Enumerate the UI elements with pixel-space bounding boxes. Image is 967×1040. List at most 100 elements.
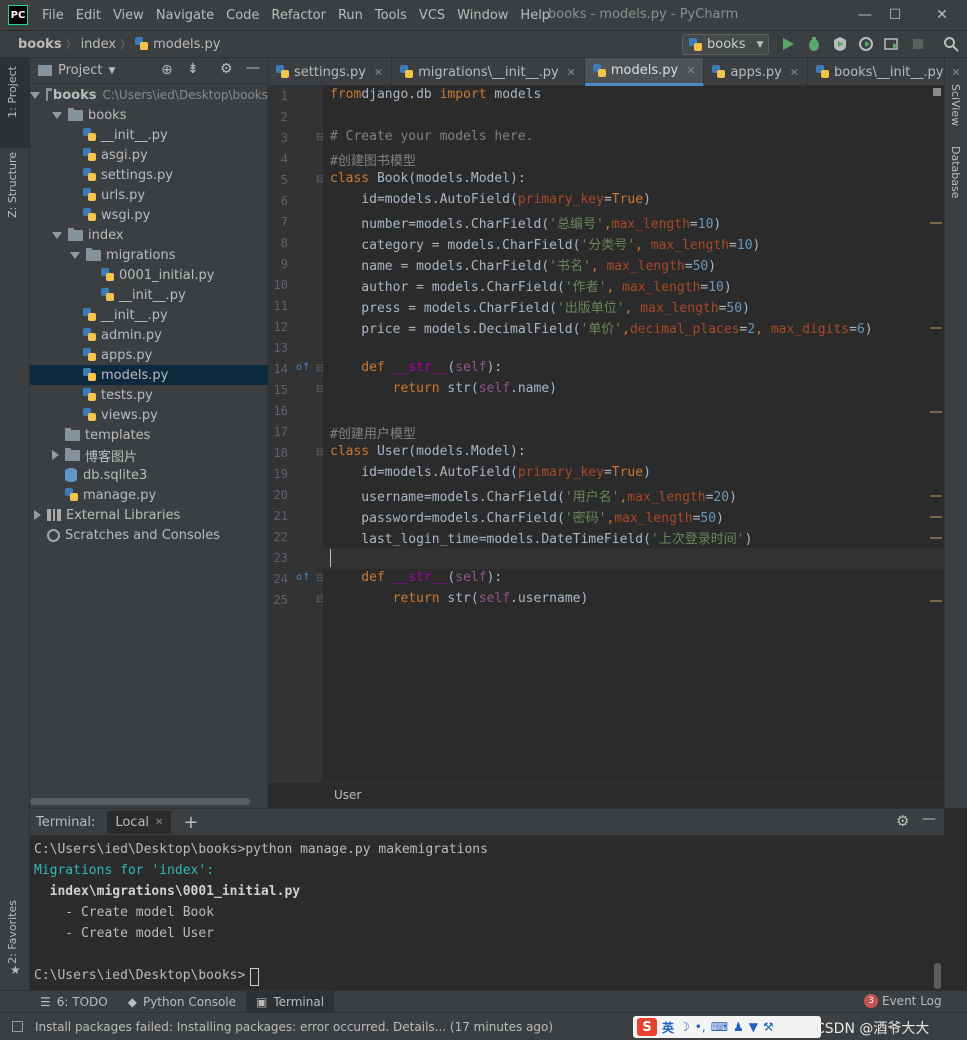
chevron-down-icon[interactable] — [70, 251, 80, 259]
tree-item[interactable]: __init__.py — [30, 305, 268, 325]
warning-stripe-mark[interactable] — [930, 516, 942, 518]
hide-panel-icon[interactable]: — — [246, 60, 260, 76]
bottom-tab-python-console[interactable]: ◆ Python Console — [118, 991, 246, 1013]
tree-item[interactable]: asgi.py — [30, 145, 268, 165]
chevron-down-icon[interactable] — [52, 111, 62, 119]
close-icon[interactable]: ✕ — [790, 66, 799, 79]
sogou-icon[interactable]: S — [637, 1018, 657, 1036]
chevron-right-icon[interactable] — [52, 450, 59, 460]
warning-stripe-mark[interactable] — [930, 537, 942, 539]
tab-favorites[interactable]: 2: Favorites — [6, 900, 19, 964]
override-icon[interactable]: o↑ — [296, 362, 311, 373]
tree-item[interactable]: models.py — [30, 365, 268, 385]
tree-item[interactable]: 0001_initial.py — [30, 265, 268, 285]
warning-stripe-mark[interactable] — [930, 327, 942, 329]
chevron-down-icon[interactable]: ▼ — [108, 66, 115, 76]
coverage-icon[interactable] — [832, 36, 848, 52]
editor-tab[interactable]: migrations\__init__.py ✕ — [392, 58, 585, 86]
horizontal-scrollbar[interactable] — [30, 798, 250, 805]
wrench-icon[interactable]: ⚒ — [763, 1020, 774, 1034]
run-icon[interactable] — [780, 36, 796, 52]
bottom-tab-terminal[interactable]: ▣ Terminal — [246, 990, 335, 1013]
tree-item[interactable]: __init__.py — [30, 285, 268, 305]
collapse-all-icon[interactable]: ⇟ — [187, 61, 199, 77]
chevron-right-icon[interactable] — [34, 510, 41, 520]
tree-item[interactable]: templates — [30, 425, 268, 445]
editor-tab[interactable]: books\__init__.py ✕ — [808, 58, 967, 86]
tab-structure[interactable]: Z: Structure — [6, 152, 19, 218]
close-icon[interactable]: ✕ — [374, 66, 383, 79]
editor-tab[interactable]: settings.py ✕ — [268, 58, 393, 86]
menu-run[interactable]: Run — [332, 8, 369, 23]
toggle-tool-windows-icon[interactable] — [12, 1021, 23, 1032]
breadcrumb-folder[interactable]: index — [77, 37, 121, 52]
tab-project[interactable]: 1: Project — [6, 66, 19, 118]
chevron-down-icon[interactable] — [52, 231, 62, 239]
tree-item[interactable]: admin.py — [30, 325, 268, 345]
locate-icon[interactable]: ⊕ — [161, 62, 173, 78]
tree-item[interactable]: wsgi.py — [30, 205, 268, 225]
menu-vcs[interactable]: VCS — [413, 8, 451, 23]
user-icon[interactable]: ♟ — [733, 1020, 744, 1034]
tab-database[interactable]: Database — [949, 146, 962, 199]
tree-item[interactable]: tests.py — [30, 385, 268, 405]
tab-sciview[interactable]: SciView — [949, 84, 962, 126]
project-panel-title[interactable]: Project — [58, 63, 102, 78]
warning-stripe-mark[interactable] — [930, 600, 942, 602]
tree-item[interactable]: urls.py — [30, 185, 268, 205]
tree-item[interactable]: apps.py — [30, 345, 268, 365]
menu-tools[interactable]: Tools — [369, 8, 413, 23]
terminal-tab-local[interactable]: Local ✕ — [107, 810, 172, 834]
stop-icon[interactable] — [910, 36, 926, 52]
menu-file[interactable]: File — [36, 8, 70, 23]
moon-icon[interactable]: ☽ — [679, 1020, 690, 1034]
keyboard-icon[interactable]: ⌨ — [711, 1020, 728, 1034]
close-icon[interactable]: ✕ — [567, 66, 576, 79]
add-icon[interactable]: + — [183, 812, 198, 833]
bottom-tab--todo[interactable]: ☰ 6: TODO — [30, 991, 118, 1013]
menu-edit[interactable]: Edit — [70, 8, 107, 23]
chevron-down-icon[interactable] — [30, 91, 41, 99]
menu-refactor[interactable]: Refactor — [265, 8, 332, 23]
debug-icon[interactable] — [806, 36, 822, 52]
tree-item[interactable]: __init__.py — [30, 125, 268, 145]
status-message[interactable]: Install packages failed: Installing pack… — [35, 1020, 553, 1034]
run-configuration-select[interactable]: books ▼ — [682, 34, 769, 55]
gear-icon[interactable]: ⚙ — [896, 812, 909, 830]
terminal-scrollbar[interactable] — [934, 963, 941, 989]
close-button[interactable]: ✕ — [927, 4, 957, 26]
event-log-button[interactable]: 3 Event Log — [864, 994, 942, 1008]
skin-icon[interactable]: ▼ — [749, 1020, 758, 1034]
menu-code[interactable]: Code — [220, 8, 265, 23]
close-icon[interactable]: ✕ — [155, 817, 163, 828]
minimize-button[interactable]: — — [850, 4, 880, 26]
tree-item[interactable]: books C:\Users\ied\Desktop\books — [30, 85, 268, 105]
tree-item[interactable]: Scratches and Consoles — [30, 525, 268, 545]
warning-stripe-mark[interactable] — [930, 222, 942, 224]
menu-window[interactable]: Window — [451, 8, 514, 23]
hide-panel-icon[interactable]: — — [922, 811, 936, 827]
search-icon[interactable] — [943, 36, 959, 52]
tree-item[interactable]: 博客图片 — [30, 445, 268, 465]
close-icon[interactable]: ✕ — [686, 64, 695, 77]
punctuation-icon[interactable]: •, — [695, 1020, 706, 1034]
tree-item[interactable]: manage.py — [30, 485, 268, 505]
structure-breadcrumb[interactable]: User — [334, 788, 361, 802]
tree-item[interactable]: External Libraries — [30, 505, 268, 525]
breadcrumb-file[interactable]: models.py — [153, 37, 224, 52]
warning-stripe-mark[interactable] — [930, 411, 942, 413]
tree-item[interactable]: db.sqlite3 — [30, 465, 268, 485]
gear-icon[interactable]: ⚙ — [220, 61, 233, 77]
tree-item[interactable]: index — [30, 225, 268, 245]
profile-icon[interactable] — [858, 36, 874, 52]
close-icon[interactable]: ✕ — [951, 66, 960, 79]
tree-item[interactable]: views.py — [30, 405, 268, 425]
warning-stripe-mark[interactable] — [930, 495, 942, 497]
tree-item[interactable]: settings.py — [30, 165, 268, 185]
tree-item[interactable]: migrations — [30, 245, 268, 265]
tree-item[interactable]: books — [30, 105, 268, 125]
editor-tab[interactable]: models.py ✕ — [584, 58, 705, 86]
breadcrumb-project[interactable]: books — [14, 37, 66, 52]
editor-tab[interactable]: apps.py ✕ — [704, 58, 808, 86]
override-icon[interactable]: o↑ — [296, 572, 311, 583]
